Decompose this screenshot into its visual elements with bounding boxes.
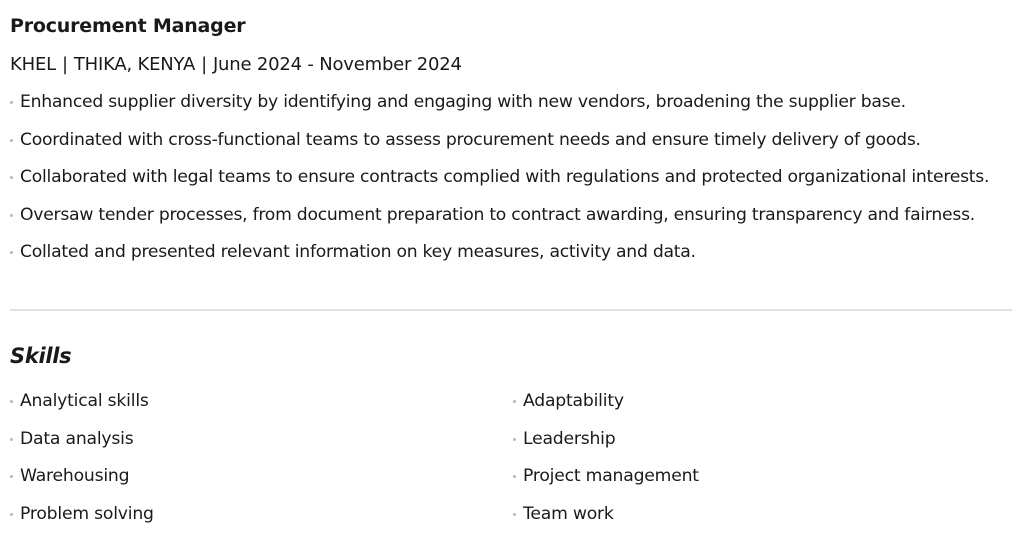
skill-item: Team work [513, 502, 699, 540]
job-title: Procurement Manager [10, 15, 246, 37]
skill-item: Warehousing [10, 464, 154, 502]
job-dates: June 2024 - November 2024 [212, 54, 462, 75]
skill-item: Project management [513, 464, 699, 502]
bullet-dot-icon [513, 512, 516, 516]
skills-list-right: Adaptability Leadership Project manageme… [513, 389, 699, 539]
skill-item: Data analysis [10, 427, 154, 465]
experience-bullet: Coordinated with cross-functional teams … [10, 128, 989, 166]
bullet-dot-icon [10, 213, 13, 217]
bullet-dot-icon [513, 475, 516, 478]
bullet-text: Enhanced supplier diversity by identifyi… [20, 92, 906, 112]
skill-text: Project management [523, 466, 699, 486]
skill-text: Warehousing [20, 466, 130, 486]
skills-heading: Skills [10, 344, 72, 368]
meta-separator: | [61, 54, 68, 75]
skill-item: Problem solving [10, 502, 154, 540]
bullet-text: Collated and presented relevant informat… [20, 242, 696, 262]
bullet-dot-icon [10, 138, 13, 142]
skill-item: Leadership [513, 427, 699, 465]
bullet-text: Collaborated with legal teams to ensure … [20, 167, 990, 187]
skill-text: Problem solving [20, 503, 154, 524]
bullet-dot-icon [10, 176, 13, 179]
skills-list-left: Analytical skills Data analysis Warehous… [10, 389, 154, 539]
experience-bullet: Enhanced supplier diversity by identifyi… [10, 90, 989, 128]
bullet-dot-icon [10, 400, 13, 403]
section-divider [10, 309, 1012, 311]
skill-text: Adaptability [523, 391, 624, 411]
job-location: THIKA, KENYA [73, 54, 196, 75]
meta-separator: | [201, 54, 207, 75]
bullet-text: Coordinated with cross-functional teams … [20, 129, 921, 150]
skill-item: Analytical skills [10, 389, 154, 427]
bullet-dot-icon [10, 475, 13, 478]
skill-text: Analytical skills [20, 391, 149, 411]
skill-item: Adaptability [513, 389, 699, 427]
skill-text: Leadership [523, 428, 616, 449]
job-meta: KHEL | THIKA, KENYA | June 2024 - November 2… [10, 54, 462, 75]
bullet-dot-icon [513, 437, 516, 441]
bullet-dot-icon [10, 101, 13, 104]
company-name: KHEL [10, 54, 56, 75]
experience-bullets: Enhanced supplier diversity by identifyi… [10, 90, 989, 278]
bullet-text: Oversaw tender processes, from document … [20, 204, 975, 225]
bullet-dot-icon [10, 437, 13, 441]
bullet-dot-icon [10, 251, 13, 254]
experience-bullet: Collaborated with legal teams to ensure … [10, 165, 989, 203]
bullet-dot-icon [10, 512, 13, 516]
skill-text: Data analysis [20, 428, 134, 449]
bullet-dot-icon [513, 400, 516, 403]
skill-text: Team work [523, 503, 614, 524]
experience-bullet: Oversaw tender processes, from document … [10, 203, 989, 241]
experience-bullet: Collated and presented relevant informat… [10, 240, 989, 278]
